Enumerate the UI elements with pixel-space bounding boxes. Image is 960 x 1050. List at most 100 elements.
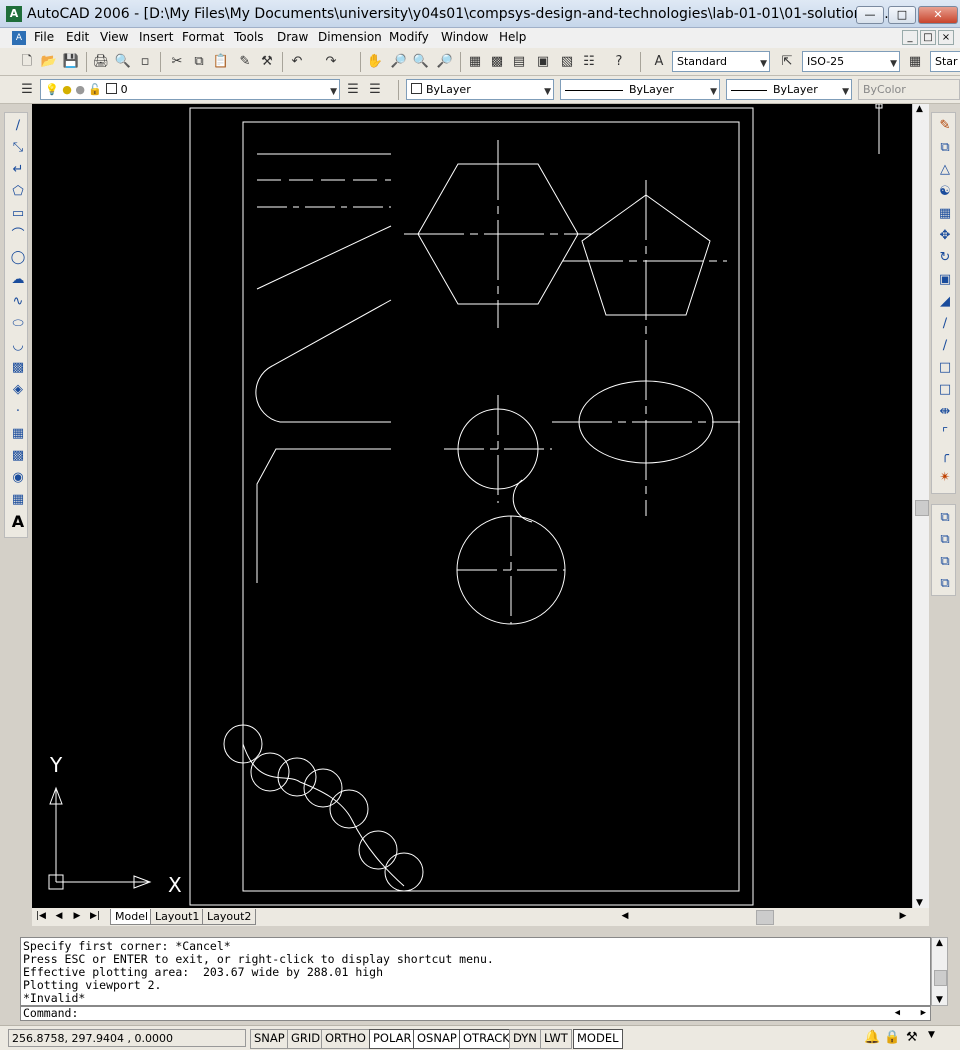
command-scrollbar[interactable]: ▲ ▼	[931, 937, 948, 1006]
break-icon[interactable]: □	[936, 381, 954, 399]
model-toggle[interactable]: MODEL	[573, 1029, 623, 1049]
menu-insert[interactable]: Insert	[139, 30, 173, 44]
menu-file[interactable]: File	[34, 30, 54, 44]
insert-block-icon[interactable]: ▩	[9, 359, 27, 377]
tab-model[interactable]: Model	[110, 909, 154, 925]
menu-tools[interactable]: Tools	[234, 30, 264, 44]
design-center-icon[interactable]: ▩	[488, 53, 506, 71]
document-icon[interactable]: A	[12, 31, 26, 45]
send-to-back-icon[interactable]: ⧉	[936, 531, 954, 549]
copy-icon[interactable]: ⧉	[190, 53, 208, 71]
cmd-scroll-thumb[interactable]	[934, 970, 947, 986]
scroll-right-icon[interactable]: ▶	[896, 910, 910, 923]
layer-previous-icon[interactable]: ☰	[366, 81, 384, 99]
doc-minimize-button[interactable]: _	[902, 30, 918, 45]
autocad-app-icon[interactable]: A	[6, 6, 22, 22]
polygon-icon[interactable]: ⬠	[9, 183, 27, 201]
spline-icon[interactable]: ∿	[9, 293, 27, 311]
table-icon[interactable]: ▦	[9, 491, 27, 509]
erase-icon[interactable]: ✎	[936, 117, 954, 135]
toolbar-lock-icon[interactable]: 🔒	[884, 1030, 900, 1045]
scale-icon[interactable]: ▣	[936, 271, 954, 289]
chamfer-icon[interactable]: ⌜	[936, 425, 954, 443]
trim-icon[interactable]: ∕	[936, 315, 954, 333]
arc-icon[interactable]: ⌒	[9, 227, 27, 245]
first-tab-icon[interactable]: |◀	[34, 910, 48, 923]
sheet-set-icon[interactable]: ▣	[534, 53, 552, 71]
bring-above-icon[interactable]: ⧉	[936, 553, 954, 571]
point-icon[interactable]: ·	[9, 403, 27, 421]
zoom-window-icon[interactable]: 🔍	[412, 53, 430, 71]
horizontal-scroll-thumb[interactable]	[756, 910, 774, 925]
command-history[interactable]: Specify first corner: *Cancel* Press ESC…	[20, 937, 931, 1006]
move-icon[interactable]: ✥	[936, 227, 954, 245]
calculator-icon[interactable]: ☷	[580, 53, 598, 71]
color-select[interactable]: ByLayer ▼	[406, 79, 554, 100]
next-tab-icon[interactable]: ▶	[70, 910, 84, 923]
linetype-select[interactable]: ByLayer ▼	[560, 79, 720, 100]
make-layer-current-icon[interactable]: ☰	[344, 81, 362, 99]
make-block-icon[interactable]: ◈	[9, 381, 27, 399]
coordinate-display[interactable]: 256.8758, 297.9404 , 0.0000	[8, 1029, 246, 1047]
minimize-button[interactable]: —	[856, 6, 884, 24]
scroll-up-icon[interactable]: ▲	[916, 104, 923, 114]
plot-preview-icon[interactable]: 🔍	[114, 53, 132, 71]
cmd-scroll-up-icon[interactable]: ▲	[936, 938, 943, 948]
scroll-down-icon[interactable]: ▼	[916, 898, 923, 908]
tab-layout1[interactable]: Layout1	[150, 909, 205, 925]
tab-layout2[interactable]: Layout2	[202, 909, 257, 925]
help-icon[interactable]: ?	[610, 53, 628, 71]
otrack-toggle[interactable]: OTRACK	[459, 1029, 514, 1049]
construction-line-icon[interactable]: ⤡	[9, 139, 27, 157]
menu-dimension[interactable]: Dimension	[318, 30, 382, 44]
rotate-icon[interactable]: ↻	[936, 249, 954, 267]
cmd-scroll-down-icon[interactable]: ▼	[936, 995, 943, 1005]
lwt-toggle[interactable]: LWT	[540, 1029, 572, 1049]
redo-icon[interactable]: ↷	[322, 53, 340, 71]
tray-settings-icon[interactable]: ⚒	[906, 1030, 918, 1045]
layer-manager-icon[interactable]: ☰	[18, 81, 36, 99]
menu-draw[interactable]: Draw	[277, 30, 308, 44]
properties-icon[interactable]: ▦	[466, 53, 484, 71]
prev-tab-icon[interactable]: ◀	[52, 910, 66, 923]
gradient-icon[interactable]: ▩	[9, 447, 27, 465]
fillet-icon[interactable]: ╭	[936, 447, 954, 465]
table-style-select[interactable]: Star	[930, 51, 960, 72]
save-icon[interactable]: 💾	[62, 53, 80, 71]
polar-toggle[interactable]: POLAR	[369, 1029, 416, 1049]
block-editor-icon[interactable]: ⚒	[258, 53, 276, 71]
menu-edit[interactable]: Edit	[66, 30, 89, 44]
vertical-scroll-thumb[interactable]	[915, 500, 929, 516]
doc-close-button[interactable]: ×	[938, 30, 954, 45]
zoom-realtime-icon[interactable]: 🔎	[390, 53, 408, 71]
offset-icon[interactable]: ☯	[936, 183, 954, 201]
open-icon[interactable]: 📂	[40, 53, 58, 71]
grid-toggle[interactable]: GRID	[287, 1029, 325, 1049]
scroll-left-icon[interactable]: ◀	[618, 910, 632, 923]
extend-icon[interactable]: ∕	[936, 337, 954, 355]
break-at-point-icon[interactable]: □	[936, 359, 954, 377]
snap-toggle[interactable]: SNAP	[250, 1029, 289, 1049]
text-style-icon[interactable]: A	[650, 53, 668, 71]
polyline-icon[interactable]: ↵	[9, 161, 27, 179]
array-icon[interactable]: ▦	[936, 205, 954, 223]
stretch-icon[interactable]: ◢	[936, 293, 954, 311]
dim-style-icon[interactable]: ⇱	[778, 53, 796, 71]
layer-select[interactable]: 💡 ● ● 🔓 0 ▼	[40, 79, 340, 100]
cut-icon[interactable]: ✂	[168, 53, 186, 71]
send-under-icon[interactable]: ⧉	[936, 575, 954, 593]
markup-icon[interactable]: ▧	[558, 53, 576, 71]
menu-help[interactable]: Help	[499, 30, 526, 44]
menu-modify[interactable]: Modify	[389, 30, 429, 44]
vertical-scrollbar[interactable]: ▲ ▼	[912, 104, 929, 908]
join-icon[interactable]: ⇼	[936, 403, 954, 421]
comm-center-icon[interactable]: 🔔	[864, 1030, 880, 1045]
drawing-canvas[interactable]: Y X	[32, 103, 912, 908]
undo-icon[interactable]: ↶	[288, 53, 306, 71]
zoom-previous-icon[interactable]: 🔎	[436, 53, 454, 71]
new-icon[interactable]: 🗋	[18, 53, 36, 71]
region-icon[interactable]: ◉	[9, 469, 27, 487]
osnap-toggle[interactable]: OSNAP	[413, 1029, 461, 1049]
menu-window[interactable]: Window	[441, 30, 488, 44]
ellipse-arc-icon[interactable]: ◡	[9, 337, 27, 355]
